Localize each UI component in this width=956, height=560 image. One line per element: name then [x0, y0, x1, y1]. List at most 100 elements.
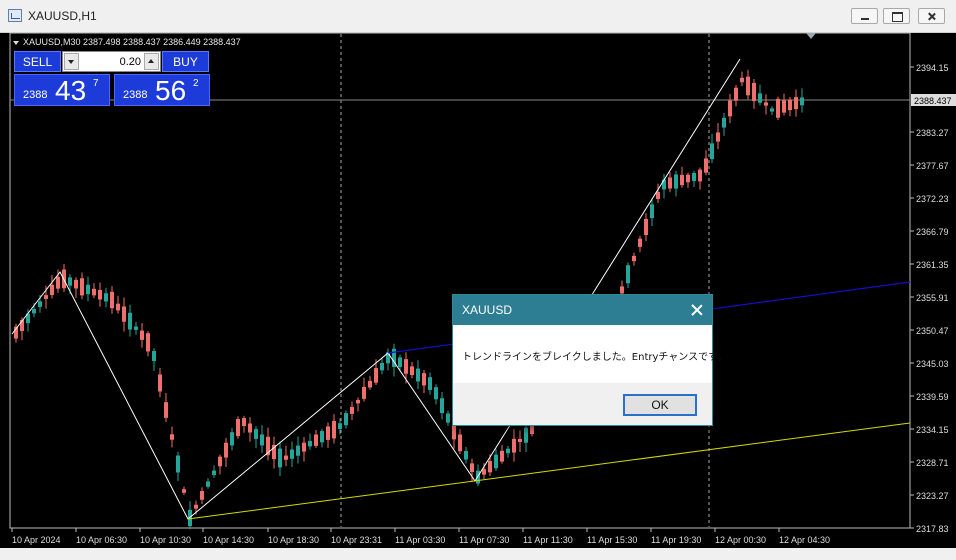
candle-body — [164, 402, 168, 418]
sell-button[interactable]: SELL — [14, 51, 61, 72]
candle-body — [710, 143, 714, 160]
candle-body — [134, 326, 138, 330]
chart-window-icon — [8, 9, 22, 22]
candle-body — [434, 387, 438, 400]
candle-body — [110, 291, 114, 309]
candle-body — [158, 374, 162, 392]
zigzag-line — [11, 58, 741, 520]
candle-body — [332, 420, 336, 439]
price-axis-label: 2339.59 — [916, 392, 949, 402]
candle-body — [734, 87, 738, 101]
lot-increase-button[interactable] — [144, 53, 159, 70]
buy-button[interactable]: BUY — [162, 51, 209, 72]
chevron-down-icon[interactable] — [13, 40, 19, 45]
candle-body — [338, 423, 342, 430]
candle-body — [704, 158, 708, 173]
candle-body — [50, 284, 54, 295]
candle-body — [74, 279, 78, 289]
candle-body — [56, 276, 60, 289]
candle-body — [68, 277, 72, 286]
candle-body — [146, 333, 150, 352]
price-axis-label: 2372.23 — [916, 194, 949, 204]
candle-body — [410, 366, 414, 376]
candle-body — [782, 100, 786, 113]
candle-body — [278, 448, 282, 468]
candle-body — [512, 438, 516, 453]
candle-body — [284, 455, 288, 460]
candle-body — [638, 238, 642, 247]
candle-body — [122, 306, 126, 322]
price-axis-label: 2366.79 — [916, 227, 949, 237]
candle-body — [482, 469, 486, 475]
candle-body — [662, 179, 666, 190]
candle-body — [716, 132, 720, 142]
candle-body — [326, 426, 330, 440]
price-axis-label: 2328.71 — [916, 458, 949, 468]
price-axis-label: 2361.35 — [916, 260, 949, 270]
time-axis-label: 11 Apr 11:30 — [523, 535, 573, 545]
lot-decrease-button[interactable] — [64, 53, 79, 70]
candle-body — [428, 377, 432, 390]
dialog-close-icon[interactable] — [690, 303, 704, 317]
support-trendline — [187, 422, 911, 520]
close-button[interactable] — [918, 8, 945, 24]
candle-body — [296, 445, 300, 456]
candle-body — [422, 373, 426, 386]
candle-body — [344, 413, 348, 426]
candle-body — [224, 442, 228, 458]
one-click-trading-panel: SELL BUY 2388 43 7 2388 56 2 — [14, 51, 210, 106]
ok-button[interactable]: OK — [623, 394, 697, 416]
candle-body — [80, 278, 84, 296]
candle-body — [458, 434, 462, 452]
price-axis-label: 2377.67 — [916, 161, 949, 171]
price-axis-label: 2383.27 — [916, 128, 949, 138]
candle-body — [644, 218, 648, 236]
candle-body — [500, 450, 504, 462]
price-axis-label: 2323.27 — [916, 491, 949, 501]
sell-price-prefix: 2388 — [23, 89, 48, 101]
candle-body — [788, 99, 792, 111]
candle-body — [176, 455, 180, 473]
candle-body — [680, 174, 684, 186]
buy-price-display[interactable]: 2388 56 2 — [114, 74, 210, 106]
candle-body — [470, 463, 474, 472]
lot-size-input[interactable] — [81, 54, 141, 69]
candle-body — [776, 98, 780, 118]
candle-body — [794, 97, 798, 110]
candle-body — [770, 108, 774, 112]
time-axis-label: 10 Apr 14:30 — [203, 535, 254, 545]
time-axis-label: 10 Apr 2024 — [12, 535, 61, 545]
time-axis-label: 11 Apr 07:30 — [459, 535, 509, 545]
sell-price-display[interactable]: 2388 43 7 — [14, 74, 110, 106]
candle-body — [242, 418, 246, 426]
candle-body — [236, 418, 240, 437]
candle-body — [248, 423, 252, 433]
minimize-button[interactable] — [851, 8, 878, 24]
time-axis-label: 10 Apr 18:30 — [268, 535, 319, 545]
candle-body — [656, 191, 660, 200]
candle-body — [200, 491, 204, 500]
lot-size-stepper[interactable] — [62, 51, 161, 72]
candle-body — [416, 368, 420, 382]
dialog-message: トレンドラインをブレイクしました。Entryチャンスです。 — [462, 352, 728, 363]
candle-body — [86, 284, 90, 295]
time-axis-label: 11 Apr 19:30 — [651, 535, 701, 545]
candle-body — [32, 309, 36, 314]
candle-body — [140, 330, 144, 340]
candle-body — [230, 432, 234, 446]
dialog-body: トレンドラインをブレイクしました。Entryチャンスです。 — [453, 325, 727, 383]
candle-body — [650, 204, 654, 219]
candle-body — [746, 76, 750, 96]
candle-body — [404, 359, 408, 374]
restore-button[interactable] — [883, 8, 910, 24]
candle-body — [218, 456, 222, 467]
candle-body — [182, 489, 186, 493]
candle-body — [290, 449, 294, 459]
time-axis-label: 12 Apr 00:30 — [715, 535, 766, 545]
candle-body — [692, 172, 696, 182]
candle-body — [128, 312, 132, 330]
buy-price-pips: 56 — [155, 75, 187, 106]
candle-body — [464, 451, 468, 460]
dialog-title: XAUUSD — [462, 303, 513, 317]
chart-area[interactable]: 2394.15 2383.27 2377.67 2372.23 2366.79 2361.… — [0, 33, 956, 548]
